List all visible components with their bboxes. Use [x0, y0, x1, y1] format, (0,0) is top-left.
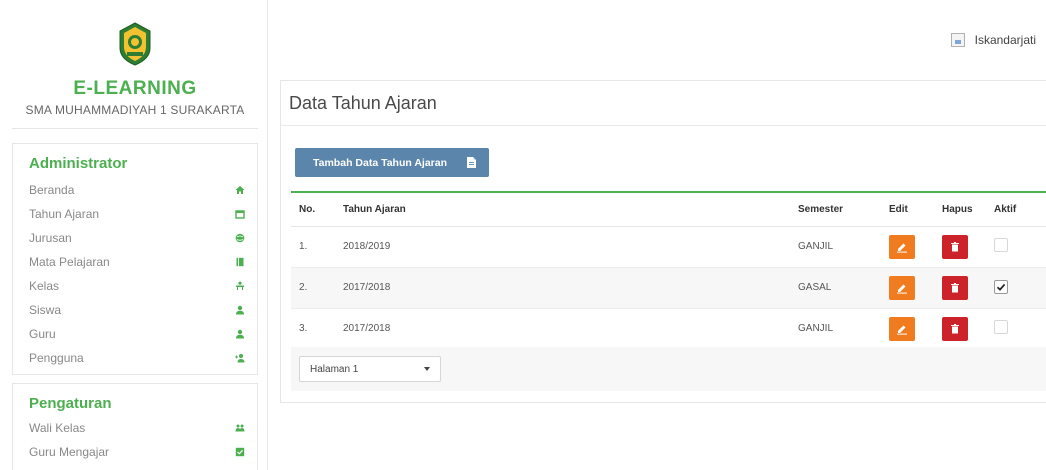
- aktif-checkbox[interactable]: [994, 280, 1008, 294]
- sidebar: E-LEARNING SMA MUHAMMADIYAH 1 SURAKARTA …: [0, 0, 268, 470]
- sidebar-item-label: Mata Pelajaran: [29, 255, 110, 269]
- table-row: 2. 2017/2018 GASAL: [291, 267, 1046, 309]
- page-title: Data Tahun Ajaran: [289, 93, 437, 113]
- sidebar-item-label: Jurusan: [29, 231, 72, 245]
- menu-pengaturan: Pengaturan Wali Kelas Guru Mengajar: [12, 383, 258, 470]
- add-button-label: Tambah Data Tahun Ajaran: [313, 156, 447, 169]
- caret-down-icon: [424, 367, 430, 371]
- classroom-icon: [235, 281, 245, 291]
- cell-tahun-ajaran: 2017/2018: [343, 267, 798, 309]
- group-icon: [235, 423, 245, 433]
- sidebar-item-mata-pelajaran[interactable]: Mata Pelajaran: [29, 251, 245, 273]
- table-row: 3. 2017/2018 GANJIL: [291, 308, 1046, 350]
- sidebar-item-label: Beranda: [29, 183, 75, 197]
- book-icon: [235, 257, 245, 267]
- user-add-icon: [235, 353, 245, 363]
- sidebar-item-label: Tahun Ajaran: [29, 207, 100, 221]
- user-icon: [235, 329, 245, 339]
- menu-administrator: Administrator Beranda Tahun Ajaran Jurus…: [12, 143, 258, 375]
- sidebar-item-jurusan[interactable]: Jurusan: [29, 227, 245, 249]
- user-icon: [235, 305, 245, 315]
- column-header-hapus: Hapus: [942, 193, 994, 227]
- sidebar-item-label: Guru: [29, 327, 56, 341]
- data-tahun-ajaran-card: Data Tahun Ajaran Tambah Data Tahun Ajar…: [280, 80, 1046, 403]
- calendar-icon: [235, 209, 245, 219]
- delete-button[interactable]: [942, 234, 968, 259]
- menu-title-administrator: Administrator: [29, 155, 128, 172]
- sidebar-item-wali-kelas[interactable]: Wali Kelas: [29, 417, 245, 439]
- trash-icon: [951, 282, 959, 292]
- column-header-tahun-ajaran: Tahun Ajaran: [343, 193, 798, 227]
- school-logo: [119, 22, 151, 66]
- column-header-edit: Edit: [889, 193, 942, 227]
- cell-tahun-ajaran: 2018/2019: [343, 226, 798, 268]
- cell-tahun-ajaran: 2017/2018: [343, 308, 798, 350]
- sidebar-item-label: Pengguna: [29, 351, 84, 365]
- pagination-bar: Halaman 1: [291, 347, 1046, 391]
- document-add-icon: [467, 157, 476, 168]
- page-select[interactable]: Halaman 1: [299, 356, 441, 382]
- delete-button[interactable]: [942, 316, 968, 341]
- pencil-icon: [897, 325, 907, 335]
- sidebar-item-label: Siswa: [29, 303, 62, 317]
- divider: [281, 125, 1046, 126]
- sidebar-item-label: Wali Kelas: [29, 421, 86, 435]
- brand-title: E-LEARNING: [73, 78, 197, 99]
- cell-semester: GASAL: [798, 267, 889, 309]
- sidebar-item-guru-mengajar[interactable]: Guru Mengajar: [29, 441, 245, 463]
- cell-semester: GANJIL: [798, 226, 889, 268]
- delete-button[interactable]: [942, 275, 968, 300]
- check-square-icon: [235, 447, 245, 457]
- edit-button[interactable]: [889, 234, 915, 259]
- cell-semester: GANJIL: [798, 308, 889, 350]
- sidebar-item-label: Kelas: [29, 279, 60, 293]
- globe-icon: [235, 233, 245, 243]
- table-header-row: No. Tahun Ajaran Semester Edit Hapus Akt…: [291, 193, 1046, 227]
- cell-no: 3.: [291, 308, 343, 350]
- column-header-semester: Semester: [798, 193, 889, 227]
- aktif-checkbox[interactable]: [994, 320, 1008, 334]
- sidebar-item-guru[interactable]: Guru: [29, 323, 245, 345]
- username: Iskandarjati: [974, 33, 1036, 47]
- brand-subtitle: SMA MUHAMMADIYAH 1 SURAKARTA: [25, 103, 245, 117]
- home-icon: [235, 185, 245, 195]
- trash-icon: [951, 241, 959, 251]
- page-select-value: Halaman 1: [310, 363, 359, 375]
- divider: [12, 128, 258, 129]
- menu-title-pengaturan: Pengaturan: [29, 395, 112, 412]
- pencil-icon: [897, 243, 907, 253]
- user-menu[interactable]: Iskandarjati: [950, 33, 1036, 47]
- column-header-no: No.: [291, 193, 343, 227]
- edit-button[interactable]: [889, 316, 915, 341]
- cell-no: 2.: [291, 267, 343, 309]
- sidebar-item-pengguna[interactable]: Pengguna: [29, 347, 245, 369]
- checkmark-icon: [996, 283, 1006, 291]
- tahun-ajaran-table: No. Tahun Ajaran Semester Edit Hapus Akt…: [291, 191, 1046, 350]
- aktif-checkbox[interactable]: [994, 238, 1008, 252]
- pencil-icon: [897, 284, 907, 294]
- sidebar-item-kelas[interactable]: Kelas: [29, 275, 245, 297]
- cell-no: 1.: [291, 226, 343, 268]
- add-tahun-ajaran-button[interactable]: Tambah Data Tahun Ajaran: [295, 148, 489, 177]
- sidebar-item-beranda[interactable]: Beranda: [29, 179, 245, 201]
- column-header-aktif: Aktif: [994, 193, 1046, 227]
- sidebar-item-siswa[interactable]: Siswa: [29, 299, 245, 321]
- trash-icon: [951, 323, 959, 333]
- avatar: [950, 33, 965, 47]
- sidebar-item-tahun-ajaran[interactable]: Tahun Ajaran: [29, 203, 245, 225]
- sidebar-item-label: Guru Mengajar: [29, 445, 110, 459]
- edit-button[interactable]: [889, 275, 915, 300]
- table-row: 1. 2018/2019 GANJIL: [291, 226, 1046, 268]
